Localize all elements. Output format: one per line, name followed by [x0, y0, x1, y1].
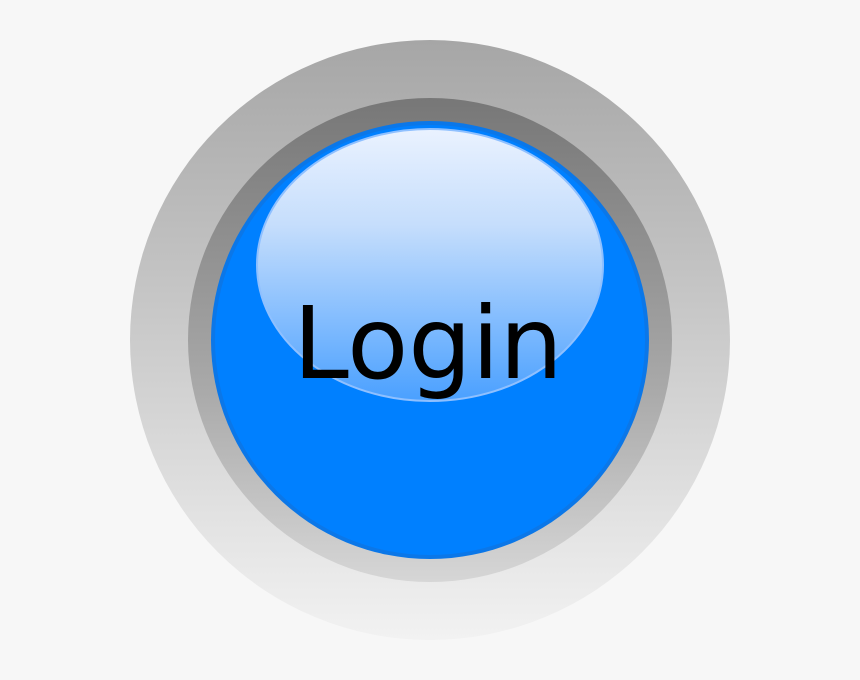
login-stage: Login	[0, 0, 860, 680]
login-button-graphic: Login	[130, 40, 730, 640]
login-label: Login	[293, 285, 563, 402]
login-button[interactable]: Login	[0, 0, 860, 680]
